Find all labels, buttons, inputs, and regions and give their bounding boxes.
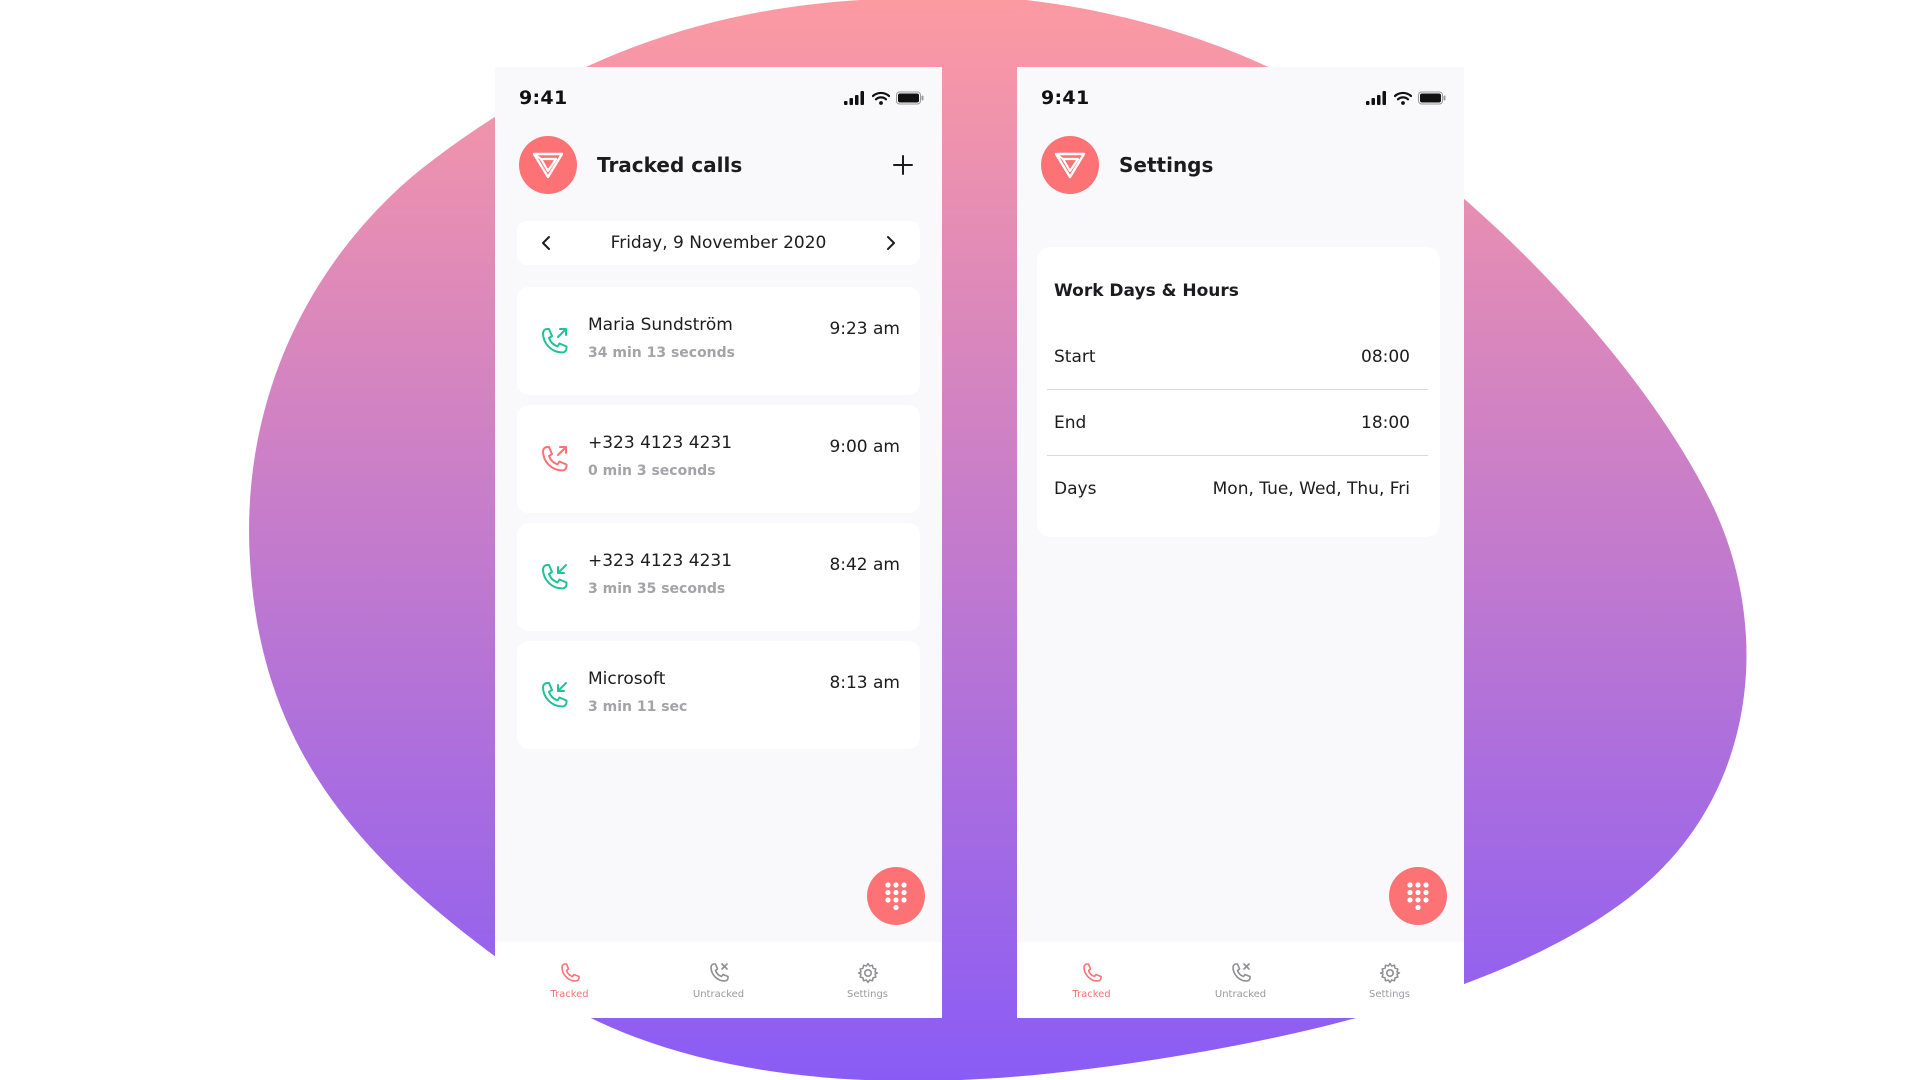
call-list-item[interactable]: +323 4123 4231 3 min 35 seconds 8:42 am [517,523,920,631]
gear-icon [857,962,878,983]
call-time: 9:23 am [829,319,900,339]
wifi-icon [1394,91,1412,105]
page-title: Settings [1119,153,1214,177]
call-time: 9:00 am [829,437,900,457]
tab-label: Tracked [550,988,589,1000]
tab-bar: Tracked Untracked Settings [1017,942,1464,1018]
incoming-call-icon [542,682,568,708]
settings-row-days[interactable]: Days Mon, Tue, Wed, Thu, Fri [1047,456,1428,522]
background-blob [249,0,1747,1080]
incoming-call-icon [542,564,568,590]
tab-label: Settings [846,988,888,1000]
call-list-item[interactable]: +323 4123 4231 0 min 3 seconds 9:00 am [517,405,920,513]
tab-label: Untracked [692,988,745,1000]
settings-screen: 9:41 Settings Work Days & Hours Start 08… [1017,67,1464,1018]
section-title: Work Days & Hours [1054,281,1239,301]
phone-missed-icon [1231,962,1251,982]
status-bar: 9:41 [1041,83,1446,113]
tab-label: Untracked [1214,988,1267,1000]
plus-icon [893,155,913,175]
header: Settings [1041,135,1440,195]
outgoing-call-icon [542,328,568,354]
signal-icon [844,91,864,105]
row-value: 08:00 [1361,346,1410,367]
settings-row-start[interactable]: Start 08:00 [1047,324,1428,390]
stage: 9:41 Tracked calls Friday, 9 November 20… [0,0,1920,1080]
date-navigator: Friday, 9 November 2020 [517,221,920,265]
page-title: Tracked calls [597,153,743,177]
row-value: 18:00 [1361,412,1410,433]
row-label: End [1054,412,1087,433]
tab-settings[interactable]: Settings [813,961,923,1000]
battery-icon [1418,91,1446,105]
phone-missed-icon [709,962,729,982]
call-list-item[interactable]: Maria Sundström 34 min 13 seconds 9:23 a… [517,287,920,395]
chevron-left-icon [542,236,550,250]
call-duration: 3 min 35 seconds [588,581,726,597]
tab-untracked[interactable]: Untracked [1186,961,1296,1000]
call-duration: 3 min 11 sec [588,699,688,715]
next-day-button[interactable] [880,232,902,254]
header: Tracked calls [519,135,918,195]
row-label: Start [1054,346,1096,367]
battery-icon [896,91,924,105]
call-list: Maria Sundström 34 min 13 seconds 9:23 a… [517,287,920,759]
outgoing-call-icon [542,446,568,472]
settings-row-end[interactable]: End 18:00 [1047,390,1428,456]
work-hours-card: Work Days & Hours Start 08:00 End 18:00 … [1037,247,1440,537]
add-call-button[interactable] [888,150,918,180]
caller-name: +323 4123 4231 [588,433,733,453]
caller-name: +323 4123 4231 [588,551,733,571]
tab-tracked[interactable]: Tracked [1037,961,1147,1000]
dialpad-button[interactable] [867,867,925,925]
tab-untracked[interactable]: Untracked [664,961,774,1000]
call-time: 8:42 am [829,555,900,575]
caller-name: Microsoft [588,669,666,689]
tab-label: Settings [1368,988,1410,1000]
app-logo [1041,136,1099,194]
dialpad-button[interactable] [1389,867,1447,925]
caller-name: Maria Sundström [588,315,733,335]
call-duration: 34 min 13 seconds [588,345,736,361]
dialpad-icon [1407,882,1429,911]
tab-label: Tracked [1072,988,1111,1000]
previous-day-button[interactable] [535,232,557,254]
tab-tracked[interactable]: Tracked [515,961,625,1000]
gear-icon [1379,962,1400,983]
status-icons [844,91,924,105]
tab-bar: Tracked Untracked Settings [495,942,942,1018]
status-time: 9:41 [519,87,568,109]
tracked-calls-screen: 9:41 Tracked calls Friday, 9 November 20… [495,67,942,1018]
signal-icon [1366,91,1386,105]
dialpad-icon [885,882,907,911]
status-icons [1366,91,1446,105]
tab-settings[interactable]: Settings [1335,961,1445,1000]
row-value: Mon, Tue, Wed, Thu, Fri [1212,479,1410,499]
wifi-icon [872,91,890,105]
chevron-right-icon [887,236,895,250]
phone-icon [1082,962,1102,982]
status-bar: 9:41 [519,83,924,113]
call-time: 8:13 am [829,673,900,693]
status-time: 9:41 [1041,87,1090,109]
app-logo [519,136,577,194]
call-list-item[interactable]: Microsoft 3 min 11 sec 8:13 am [517,641,920,749]
logo-triangle-icon [1054,152,1086,179]
current-date: Friday, 9 November 2020 [610,233,827,253]
call-duration: 0 min 3 seconds [588,463,716,479]
phone-icon [560,962,580,982]
logo-triangle-icon [532,152,564,179]
row-label: Days [1054,479,1097,499]
